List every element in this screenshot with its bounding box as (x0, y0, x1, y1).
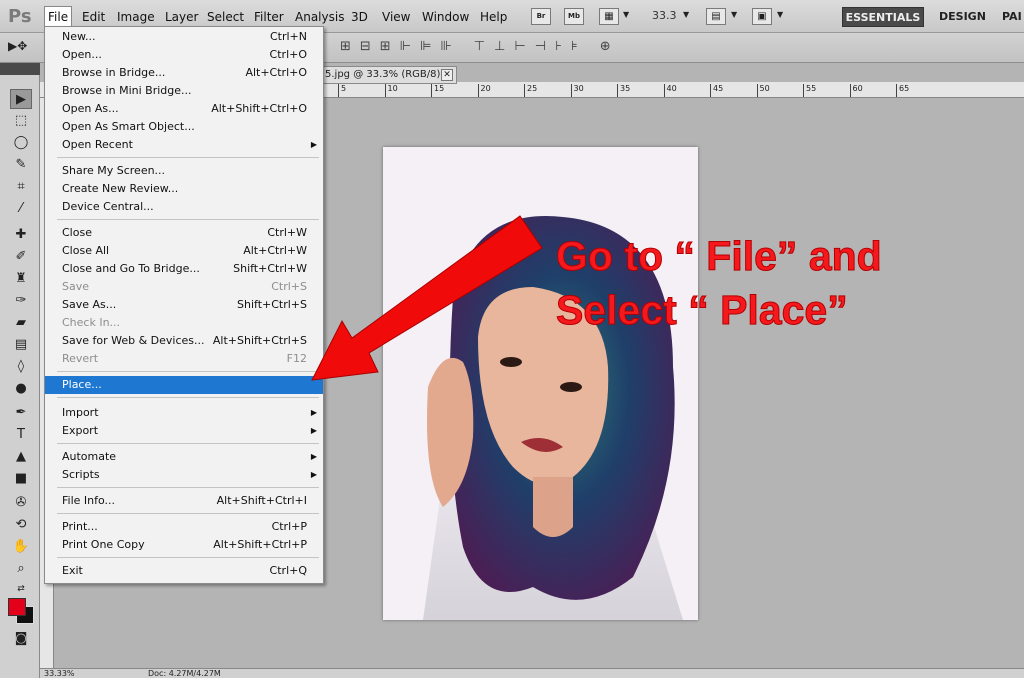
annotation-arrow (311, 215, 543, 381)
annotation-line-2: Select “ Place” (556, 287, 849, 334)
photoshop-window: Ps File Edit Image Layer Select Filter A… (0, 0, 1024, 678)
annotation-line-1: Go to “ File” and (556, 233, 883, 280)
